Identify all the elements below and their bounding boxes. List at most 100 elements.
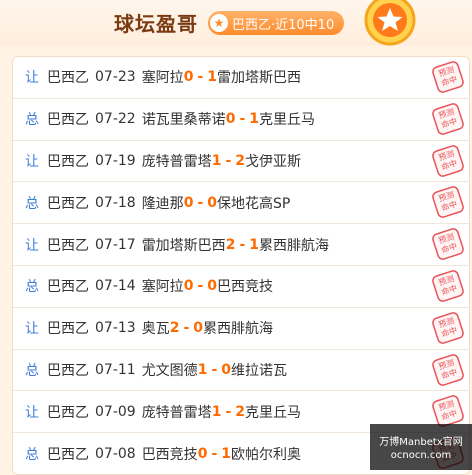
home-score: 1 (197, 361, 208, 378)
home-team: 塞阿拉 (141, 70, 184, 87)
home-score: 0 (183, 278, 194, 295)
home-team: 塞阿拉 (141, 279, 184, 296)
match-date: 07-17 (95, 236, 136, 253)
watermark: 万博Manbetx官网 ocnocn.com (370, 424, 472, 470)
league-name: 巴西乙 (47, 112, 89, 129)
league-name: 巴西乙 (47, 362, 89, 379)
bet-type: 总 (25, 195, 39, 212)
match-date: 07-14 (95, 278, 136, 295)
league-name: 巴西乙 (47, 279, 89, 296)
away-team: 克里丘马 (259, 112, 315, 129)
bet-type: 总 (25, 112, 39, 129)
away-team: 克里丘马 (245, 404, 301, 421)
away-team: 维拉诺瓦 (231, 362, 287, 379)
league-name: 巴西乙 (47, 237, 89, 254)
score-separator: - (225, 403, 232, 420)
star-icon: ★ (210, 14, 228, 32)
away-team: 累西腓航海 (203, 321, 273, 338)
away-score: 0 (207, 194, 217, 211)
home-score: 2 (169, 320, 180, 337)
score-separator: - (239, 236, 246, 253)
home-team: 巴西竞技 (141, 446, 198, 463)
match-date: 07-18 (95, 194, 136, 211)
list-item[interactable]: 总巴西乙 07-18 隆迪那 0-0 保地花高SP 预测 命中 (13, 182, 469, 225)
score-separator: - (197, 69, 204, 86)
bet-type: 让 (25, 404, 39, 421)
away-team: 雷加塔斯巴西 (217, 70, 301, 87)
hit-stamp-icon: 预测命中 (432, 311, 464, 344)
home-score: 0 (183, 194, 194, 211)
league-name: 巴西乙 (47, 153, 89, 170)
score-separator: - (211, 361, 218, 378)
watermark-line1: 万博Manbetx官网 (379, 437, 463, 448)
hit-stamp-icon: 预测命中 (432, 144, 464, 177)
home-score: 2 (225, 236, 236, 253)
league-name: 巴西乙 (47, 70, 89, 87)
list-item[interactable]: 让巴西乙 07-23 塞阿拉 0-1 雷加塔斯巴西 预测 命中 (13, 57, 469, 99)
hit-stamp-icon: 预测命中 (432, 353, 464, 386)
bet-type: 让 (25, 237, 39, 254)
match-date: 07-13 (95, 320, 136, 337)
league-name: 巴西乙 (47, 404, 89, 421)
home-team: 庞特普雷塔 (141, 404, 212, 421)
away-team: 欧帕尔利奥 (231, 446, 301, 463)
away-team: 巴西竞技 (217, 279, 273, 296)
league-name: 巴西乙 (47, 446, 89, 463)
home-team: 雷加塔斯巴西 (141, 237, 226, 254)
away-team: 戈伊亚斯 (245, 153, 301, 170)
score-separator: - (211, 445, 218, 462)
match-date: 07-19 (95, 152, 136, 169)
list-item[interactable]: 总巴西乙 07-22 诺瓦里桑蒂诺 0-1 克里丘马 预测 命中 (13, 99, 469, 141)
match-date: 07-11 (95, 361, 136, 378)
match-date: 07-23 (95, 69, 136, 86)
record-badge-label: 巴西乙·近10中10 (232, 17, 335, 33)
home-score: 1 (211, 403, 222, 420)
list-item[interactable]: 让巴西乙 07-17 雷加塔斯巴西 2-1 累西腓航海 预测 命中 (13, 224, 469, 266)
bet-type: 让 (25, 70, 39, 87)
list-item[interactable]: 让巴西乙 07-19 庞特普雷塔 1-2 戈伊亚斯 预测 命中 (13, 141, 469, 183)
home-score: 1 (211, 152, 222, 169)
list-item[interactable]: 总巴西乙 07-11 尤文图德 1-0 维拉诺瓦 预测 命中 (13, 350, 469, 392)
hit-stamp-icon: 预测命中 (432, 186, 464, 219)
prediction-list: 让巴西乙 07-23 塞阿拉 0-1 雷加塔斯巴西 预测 命中总巴西乙 07-22 诺瓦里桑蒂诺… (12, 56, 470, 475)
bet-type: 总 (25, 446, 39, 463)
away-team: 累西腓航海 (259, 237, 329, 254)
away-score: 1 (207, 69, 217, 86)
away-score: 2 (235, 152, 245, 169)
score-separator: - (183, 320, 190, 337)
home-team: 诺瓦里桑蒂诺 (141, 112, 226, 129)
home-score: 0 (197, 445, 208, 462)
header: 球坛盈哥 ★ 巴西乙·近10中10 (0, 0, 472, 46)
score-separator: - (225, 152, 232, 169)
hit-stamp-icon: 预测命中 (432, 228, 464, 261)
league-name: 巴西乙 (47, 321, 89, 338)
away-score: 0 (193, 320, 203, 337)
bet-type: 让 (25, 153, 39, 170)
away-score: 0 (207, 278, 217, 295)
away-team: 保地花高SP (217, 195, 291, 212)
home-team: 尤文图德 (141, 362, 198, 379)
league-name: 巴西乙 (47, 195, 89, 212)
away-score: 1 (221, 445, 231, 462)
bet-type: 让 (25, 321, 39, 338)
score-separator: - (197, 194, 204, 211)
away-score: 2 (235, 403, 245, 420)
bet-type: 总 (25, 362, 39, 379)
hit-stamp-icon: 预测命中 (432, 61, 464, 93)
watermark-line2: ocnocn.com (390, 450, 452, 461)
bet-type: 总 (25, 279, 39, 296)
home-team: 庞特普雷塔 (141, 153, 212, 170)
hit-stamp-icon: 预测命中 (432, 102, 464, 135)
home-team: 隆迪那 (141, 195, 184, 212)
match-date: 07-08 (95, 445, 136, 462)
away-score: 0 (221, 361, 231, 378)
list-item[interactable]: 让巴西乙 07-13 奥瓦 2-0 累西腓航海 预测 命中 (13, 308, 469, 350)
home-score: 0 (183, 69, 194, 86)
list-item[interactable]: 总巴西乙 07-14 塞阿拉 0-0 巴西竞技 预测 命中 (13, 266, 469, 308)
hit-stamp-icon: 预测命中 (432, 270, 464, 302)
record-badge: ★ 巴西乙·近10中10 (208, 11, 345, 35)
score-separator: - (239, 111, 246, 128)
away-score: 1 (249, 236, 259, 253)
medal-icon (364, 0, 416, 46)
home-team: 奥瓦 (141, 321, 170, 338)
